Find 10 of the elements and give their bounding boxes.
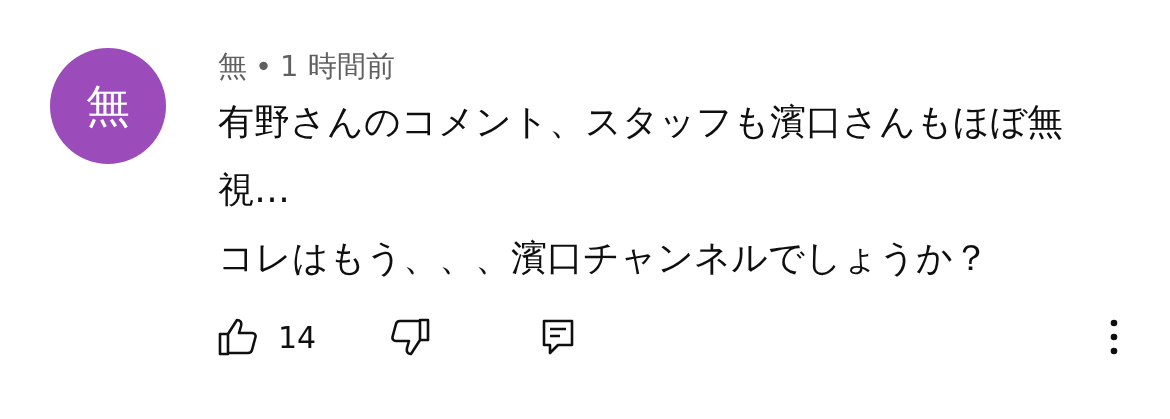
like-count: 14: [278, 319, 318, 355]
timestamp[interactable]: 1 時間前: [280, 46, 395, 86]
avatar[interactable]: 無: [50, 48, 166, 164]
more-options-button[interactable]: [1110, 319, 1118, 355]
author-name[interactable]: 無: [218, 46, 247, 86]
separator: •: [255, 48, 273, 85]
comment-text: 有野さんのコメント、スタッフも濱口さんもほぼ無視… コレはもう、、、濱口チャンネルでしょうか？: [218, 100, 1064, 280]
reply-button[interactable]: [542, 319, 574, 355]
like-button[interactable]: [218, 318, 258, 356]
dislike-button[interactable]: [390, 318, 430, 356]
